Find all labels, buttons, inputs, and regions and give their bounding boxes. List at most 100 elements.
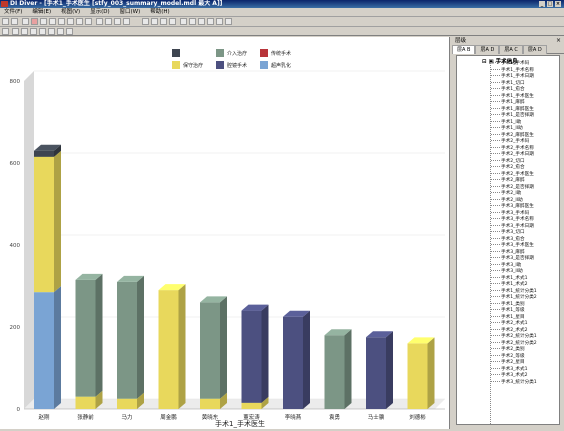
x-tick-label: 刘德彬: [409, 413, 426, 421]
field-tree[interactable]: ⊟ ▣ 手术信息 手术1_手术码 手术1_手术名称 手术1_手术日期 手术1_切口 手术…: [456, 55, 560, 425]
binoculars-icon[interactable]: [189, 18, 196, 25]
bar-segment[interactable]: [283, 310, 310, 409]
pivot-icon[interactable]: [105, 18, 112, 25]
bar-segment[interactable]: [34, 286, 61, 409]
reset-icon[interactable]: [57, 28, 64, 35]
legend-label: 腔镜手术: [227, 62, 247, 69]
menu-view[interactable]: 视图(V): [57, 8, 84, 17]
bar-segment[interactable]: [117, 275, 144, 399]
panel-tabs: 层A B 层A D 层A C 层A D: [452, 45, 564, 54]
tree-item[interactable]: 手术2_统计分类1: [491, 334, 537, 341]
menu-edit[interactable]: 编辑(E): [28, 8, 55, 17]
y-tick-label: 600: [10, 161, 21, 167]
zoom-icon[interactable]: [12, 28, 19, 35]
tree-item[interactable]: 手术3_手术医生: [491, 243, 537, 250]
tab-1[interactable]: 层A B: [452, 45, 476, 54]
tree-item[interactable]: 手术3_麻醉医生: [491, 204, 537, 211]
minimize-button[interactable]: _: [539, 1, 545, 7]
forward-icon[interactable]: [11, 18, 18, 25]
tree-item[interactable]: 手术1_手术日期: [491, 74, 537, 81]
tab-4[interactable]: 层A D: [522, 45, 547, 54]
x-tick-label: 赵刚: [38, 413, 50, 421]
y-tick-label: 0: [17, 407, 21, 413]
line-chart-icon[interactable]: [151, 18, 158, 25]
pan-icon[interactable]: [21, 28, 28, 35]
star-icon[interactable]: [76, 18, 83, 25]
legend-swatch: [172, 49, 180, 57]
x-axis-title: 手术1_手术医生: [215, 419, 265, 428]
pie-chart-icon[interactable]: [169, 18, 176, 25]
panel-close-button[interactable]: ×: [556, 37, 561, 45]
sort-icon[interactable]: [85, 18, 92, 25]
layout-icon[interactable]: [216, 18, 223, 25]
tree-item[interactable]: 手术3_是否择期: [491, 256, 537, 263]
bar-segment[interactable]: [324, 329, 352, 409]
tree-item[interactable]: 手术2_手术日期: [491, 152, 537, 159]
title-bar: DI Diver - [手术1_手术医生 [stfy_003_summary_m…: [0, 0, 564, 8]
bar-segment[interactable]: [158, 284, 186, 409]
bar-segment[interactable]: [407, 337, 435, 409]
legend-swatch: [216, 61, 224, 69]
tree-item[interactable]: 手术3_手术名称: [491, 217, 537, 224]
table-icon[interactable]: [58, 18, 65, 25]
dropdown-icon[interactable]: [22, 18, 29, 25]
filter-icon[interactable]: [96, 18, 103, 25]
bar-segment[interactable]: [75, 273, 103, 397]
maximize-button[interactable]: □: [547, 1, 553, 7]
bar-segment[interactable]: [241, 304, 269, 403]
record-icon[interactable]: [31, 18, 38, 25]
left-wall: [24, 71, 34, 409]
menu-help[interactable]: 帮助(H): [146, 8, 173, 17]
chart-panel: 0 200 400 600 800 赵刚 张静前 马力 周金鹏 黄晓东 董宏涛 李晓燕 袁勇 马士骥 刘德…: [0, 37, 450, 429]
tab-2[interactable]: 层A D: [475, 45, 500, 54]
chart-toolbar: [0, 27, 564, 36]
close-button[interactable]: ×: [555, 1, 561, 7]
tree-item[interactable]: 手术1_统计分类2: [491, 295, 537, 302]
minus-icon[interactable]: [48, 28, 55, 35]
legend-label: 保守治疗: [183, 62, 203, 69]
x-tick-label: 周金鹏: [160, 413, 177, 421]
y-tick-label: 400: [10, 243, 21, 249]
bar-segment[interactable]: [34, 150, 61, 293]
y-tick-label: 800: [10, 79, 21, 85]
tab-3[interactable]: 层A C: [499, 45, 523, 54]
scatter-icon[interactable]: [180, 18, 187, 25]
x-tick-label: 袁勇: [329, 413, 340, 421]
detail-icon[interactable]: [123, 18, 130, 25]
column-icon[interactable]: [67, 18, 74, 25]
menu-file[interactable]: 文件(F): [0, 8, 26, 17]
legend-swatch: [172, 61, 180, 69]
x-tick-label: 马力: [121, 413, 132, 421]
circle-icon[interactable]: [39, 28, 46, 35]
stacked-bar-chart[interactable]: 0200400600800 赵刚 张静前 马力 周金鹏 黄晓东 董宏涛 李晓燕 袁勇 马士骥 刘德…: [0, 37, 450, 429]
print-icon[interactable]: [207, 18, 214, 25]
area-chart-icon[interactable]: [160, 18, 167, 25]
legend-swatch: [260, 61, 268, 69]
export-icon[interactable]: [225, 18, 232, 25]
main-toolbar: [0, 17, 564, 27]
legend-label: 介入治疗: [227, 50, 247, 57]
grid-icon[interactable]: [40, 18, 47, 25]
back-icon[interactable]: [2, 18, 9, 25]
report-icon[interactable]: [198, 18, 205, 25]
legend-swatch: [216, 49, 224, 57]
list-icon[interactable]: [114, 18, 121, 25]
window-title: DI Diver - [手术1_手术医生 [stfy_003_summary_m…: [10, 0, 223, 7]
bar-segment[interactable]: [200, 296, 227, 399]
bar-segment[interactable]: [366, 331, 393, 409]
tree-item[interactable]: 手术1_是否择期: [491, 113, 537, 120]
hierarchy-panel: 层级 × 层A B 层A D 层A C 层A D ⊟ ▣ 手术信息 手术1_手术码 手术…: [452, 37, 564, 429]
refresh-icon[interactable]: [66, 28, 73, 35]
x-tick-label: 李晓燕: [285, 413, 302, 421]
panel-title: 层级: [452, 37, 564, 45]
calendar-icon[interactable]: [49, 18, 56, 25]
lock-icon[interactable]: [2, 28, 9, 35]
x-tick-label: 马士骥: [368, 413, 385, 421]
menu-window[interactable]: 窗口(W): [116, 8, 145, 17]
menu-display[interactable]: 显示(D): [86, 8, 114, 17]
app-icon: [1, 1, 8, 7]
rotate-icon[interactable]: [30, 28, 37, 35]
legend-label: 传统手术: [271, 50, 291, 57]
tree-item[interactable]: 手术3_统计分类1: [491, 380, 537, 387]
bar-chart-icon[interactable]: [142, 18, 149, 25]
